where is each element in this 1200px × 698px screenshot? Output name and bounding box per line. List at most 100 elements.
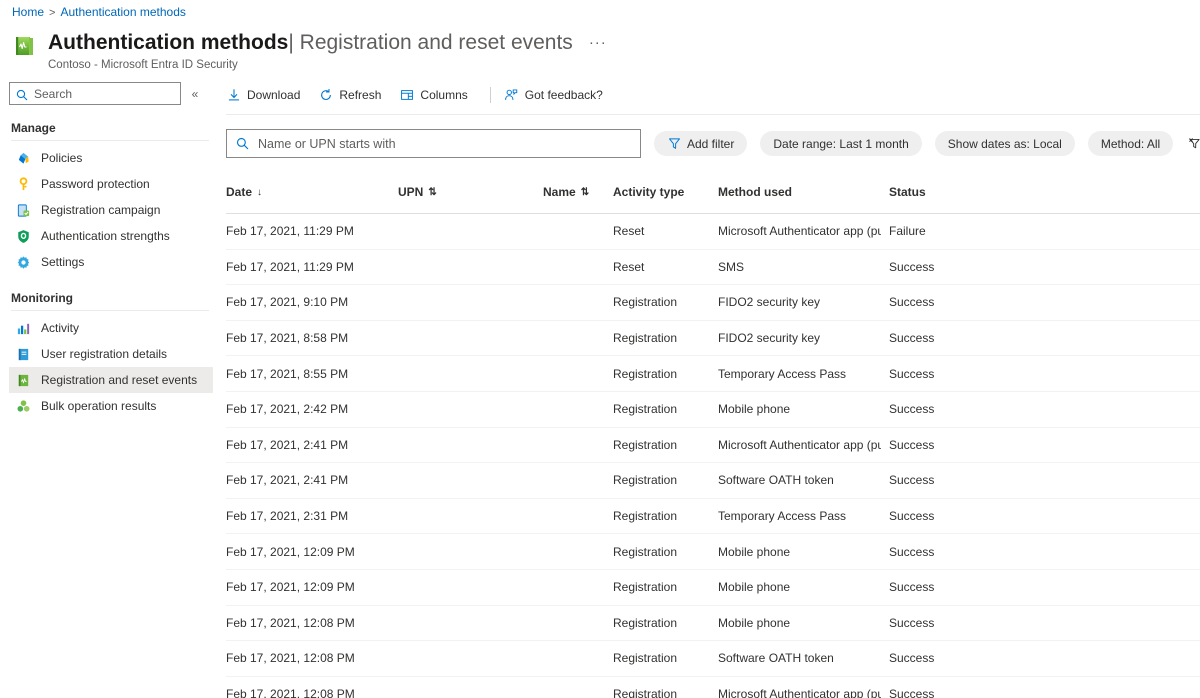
cell-method: Software OATH token xyxy=(718,651,881,665)
cell-activity: Registration xyxy=(613,509,718,523)
cell-method: Temporary Access Pass xyxy=(718,367,881,381)
green-book-icon xyxy=(12,34,38,60)
column-header-date[interactable]: Date ↓ xyxy=(226,185,398,199)
table-row[interactable]: Feb 17, 2021, 12:09 PMRegistrationMobile… xyxy=(226,570,1200,606)
sidebar-item-policies[interactable]: Policies xyxy=(9,145,213,171)
cell-status: Failure xyxy=(881,224,1001,238)
columns-button[interactable]: Columns xyxy=(399,82,476,108)
cell-date: Feb 17, 2021, 8:55 PM xyxy=(226,367,398,381)
events-table: Date ↓ UPN ⇅ Name ⇅ Activity type Method… xyxy=(226,179,1200,698)
table-row[interactable]: Feb 17, 2021, 12:08 PM RegistrationMobile… xyxy=(226,606,1200,642)
sidebar-search-row: « xyxy=(9,82,213,105)
got-feedback-label: Got feedback? xyxy=(525,88,603,102)
date-range-label: Date range: Last 1 month xyxy=(773,137,908,151)
command-bar-divider xyxy=(490,87,491,103)
got-feedback-button[interactable]: Got feedback? xyxy=(504,82,612,108)
cell-method: Mobile phone xyxy=(718,402,881,416)
cell-status: Success xyxy=(881,295,1001,309)
cell-status: Success xyxy=(881,438,1001,452)
sidebar-item-settings[interactable]: Settings xyxy=(9,249,213,275)
column-header-upn[interactable]: UPN ⇅ xyxy=(398,185,543,199)
cell-status: Success xyxy=(881,616,1001,630)
table-row[interactable]: Feb 17, 2021, 12:08 PMRegistrationMicros… xyxy=(226,677,1200,698)
sidebar-item-password-protection[interactable]: Password protection xyxy=(9,171,213,197)
cell-method: Mobile phone xyxy=(718,616,881,630)
cell-status: Success xyxy=(881,545,1001,559)
refresh-button[interactable]: Refresh xyxy=(318,82,390,108)
cell-activity: Registration xyxy=(613,438,718,452)
cell-method: Temporary Access Pass xyxy=(718,509,881,523)
table-row[interactable]: Feb 17, 2021, 8:55 PMRegistrationTempora… xyxy=(226,356,1200,392)
method-filter-button[interactable]: Method: All xyxy=(1088,131,1173,156)
sidebar-item-activity[interactable]: Activity xyxy=(9,315,213,341)
table-row[interactable]: Feb 17, 2021, 8:58 PMRegistrationFIDO2 s… xyxy=(226,321,1200,357)
sidebar-item-label: Password protection xyxy=(41,177,150,191)
sidebar-item-user-registration-details[interactable]: User registration details xyxy=(9,341,213,367)
cell-method: Mobile phone xyxy=(718,545,881,559)
table-row[interactable]: Feb 17, 2021, 12:09 PMRegistrationMobile… xyxy=(226,534,1200,570)
clear-filter-icon xyxy=(1187,137,1200,151)
column-header-label: Activity type xyxy=(613,185,684,199)
table-row[interactable]: Feb 17, 2021, 12:08 PM RegistrationSoftwa… xyxy=(226,641,1200,677)
name-or-upn-search-box[interactable] xyxy=(226,129,641,158)
table-row[interactable]: Feb 17, 2021, 11:29 PMResetMicrosoft Aut… xyxy=(226,214,1200,250)
add-filter-button[interactable]: Add filter xyxy=(654,131,747,156)
sidebar-item-registration-campaign[interactable]: Registration campaign xyxy=(9,197,213,223)
column-header-activity-type[interactable]: Activity type xyxy=(613,185,718,199)
sidebar-search-box[interactable] xyxy=(9,82,181,105)
command-bar-rule xyxy=(226,114,1200,115)
column-header-status[interactable]: Status xyxy=(881,185,1001,199)
table-row[interactable]: Feb 17, 2021, 11:29 PMResetSMSSuccess xyxy=(226,250,1200,286)
refresh-icon xyxy=(318,88,333,103)
cell-date: Feb 17, 2021, 8:58 PM xyxy=(226,331,398,345)
cell-status: Success xyxy=(881,651,1001,665)
refresh-label: Refresh xyxy=(339,88,381,102)
reset-filters-button[interactable]: Reset filters xyxy=(1187,137,1200,151)
table-row[interactable]: Feb 17, 2021, 2:41 PMRegistrationSoftwar… xyxy=(226,463,1200,499)
cell-method: FIDO2 security key xyxy=(718,331,881,345)
page-title-main: Authentication methods xyxy=(48,31,288,54)
sidebar-search-input[interactable] xyxy=(34,87,174,101)
table-row[interactable]: Feb 17, 2021, 2:31 PMRegistrationTempora… xyxy=(226,499,1200,535)
date-range-filter-button[interactable]: Date range: Last 1 month xyxy=(760,131,921,156)
sidebar-collapse-button[interactable]: « xyxy=(183,82,207,105)
cell-status: Success xyxy=(881,509,1001,523)
cell-date: Feb 17, 2021, 2:42 PM xyxy=(226,402,398,416)
sidebar-item-label: Activity xyxy=(41,321,79,335)
show-dates-as-filter-button[interactable]: Show dates as: Local xyxy=(935,131,1075,156)
sidebar-item-label: Bulk operation results xyxy=(41,399,156,413)
cell-activity: Registration xyxy=(613,616,718,630)
table-row[interactable]: Feb 17, 2021, 2:41 PMRegistrationMicroso… xyxy=(226,428,1200,464)
cell-date: Feb 17, 2021, 12:08 PM xyxy=(226,651,398,665)
cell-status: Success xyxy=(881,402,1001,416)
sort-both-icon: ⇅ xyxy=(581,187,589,198)
blue-book-icon xyxy=(15,346,31,362)
cell-method: Microsoft Authenticator app (pu xyxy=(718,687,881,698)
cell-date: Feb 17, 2021, 12:08 PM xyxy=(226,616,398,630)
sidebar-item-label: Registration campaign xyxy=(41,203,160,217)
name-or-upn-search-input[interactable] xyxy=(258,137,631,151)
cell-date: Feb 17, 2021, 9:10 PM xyxy=(226,295,398,309)
sidebar-item-label: Settings xyxy=(41,255,84,269)
breadcrumb-current-link[interactable]: Authentication methods xyxy=(60,5,185,19)
page-title: Authentication methods| Registration and… xyxy=(48,29,573,56)
funnel-icon xyxy=(667,137,681,151)
column-header-name[interactable]: Name ⇅ xyxy=(543,185,613,199)
method-label: Method: All xyxy=(1101,137,1160,151)
download-button[interactable]: Download xyxy=(226,82,309,108)
sidebar-item-bulk-operation-results[interactable]: Bulk operation results xyxy=(9,393,213,419)
sidebar-item-authentication-strengths[interactable]: Authentication strengths xyxy=(9,223,213,249)
cell-activity: Registration xyxy=(613,402,718,416)
column-header-method-used[interactable]: Method used xyxy=(718,185,881,199)
table-row[interactable]: Feb 17, 2021, 9:10 PMRegistrationFIDO2 s… xyxy=(226,285,1200,321)
table-row[interactable]: Feb 17, 2021, 2:42 PM RegistrationMobile … xyxy=(226,392,1200,428)
breadcrumb-home-link[interactable]: Home xyxy=(12,5,44,19)
cell-status: Success xyxy=(881,367,1001,381)
cell-activity: Registration xyxy=(613,651,718,665)
column-header-label: Status xyxy=(889,185,926,199)
body-wrapper: « Manage Policies Pas xyxy=(0,82,1200,698)
sidebar-item-registration-and-reset-events[interactable]: Registration and reset events xyxy=(9,367,213,393)
more-options-button[interactable]: ··· xyxy=(589,33,607,53)
cell-activity: Registration xyxy=(613,687,718,698)
sidebar-item-label: Policies xyxy=(41,151,82,165)
